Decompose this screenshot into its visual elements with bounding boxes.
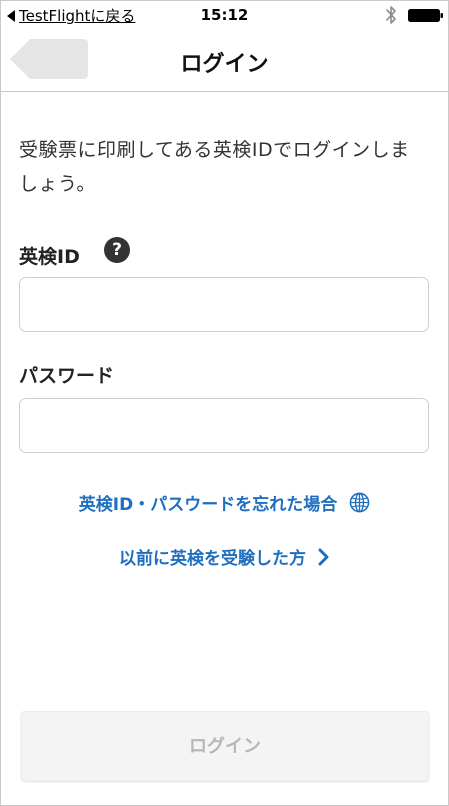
forgot-credentials-label: 英検ID・パスウードを忘れた場合 xyxy=(78,495,338,515)
password-input[interactable] xyxy=(19,398,429,453)
previous-examinee-label: 以前に英検を受験した方 xyxy=(119,549,306,569)
navigation-bar: ログイン xyxy=(1,29,448,92)
previous-examinee-link[interactable]: 以前に英検を受験した方 xyxy=(1,544,448,569)
status-bar: TestFlightに戻る 15:12 xyxy=(1,1,448,29)
eiken-id-input[interactable] xyxy=(19,277,429,332)
battery-icon xyxy=(408,9,443,22)
eiken-id-label: 英検ID xyxy=(19,246,80,268)
page-title: ログイン xyxy=(180,52,269,77)
forgot-credentials-link[interactable]: 英検ID・パスウードを忘れた場合 xyxy=(1,490,448,515)
password-label: パスワード xyxy=(19,365,115,387)
login-button[interactable]: ログイン xyxy=(21,711,429,781)
intro-text: 受験票に印刷してある英検IDでログインしましょう。 xyxy=(19,139,410,195)
bluetooth-icon xyxy=(386,6,396,24)
globe-icon xyxy=(349,492,370,513)
app-screen: TestFlightに戻る 15:12 ログイン 受験票に印刷してある英検IDで… xyxy=(0,0,449,806)
status-time: 15:12 xyxy=(200,6,249,24)
help-icon[interactable]: ? xyxy=(104,237,130,263)
chevron-right-icon xyxy=(318,548,329,565)
